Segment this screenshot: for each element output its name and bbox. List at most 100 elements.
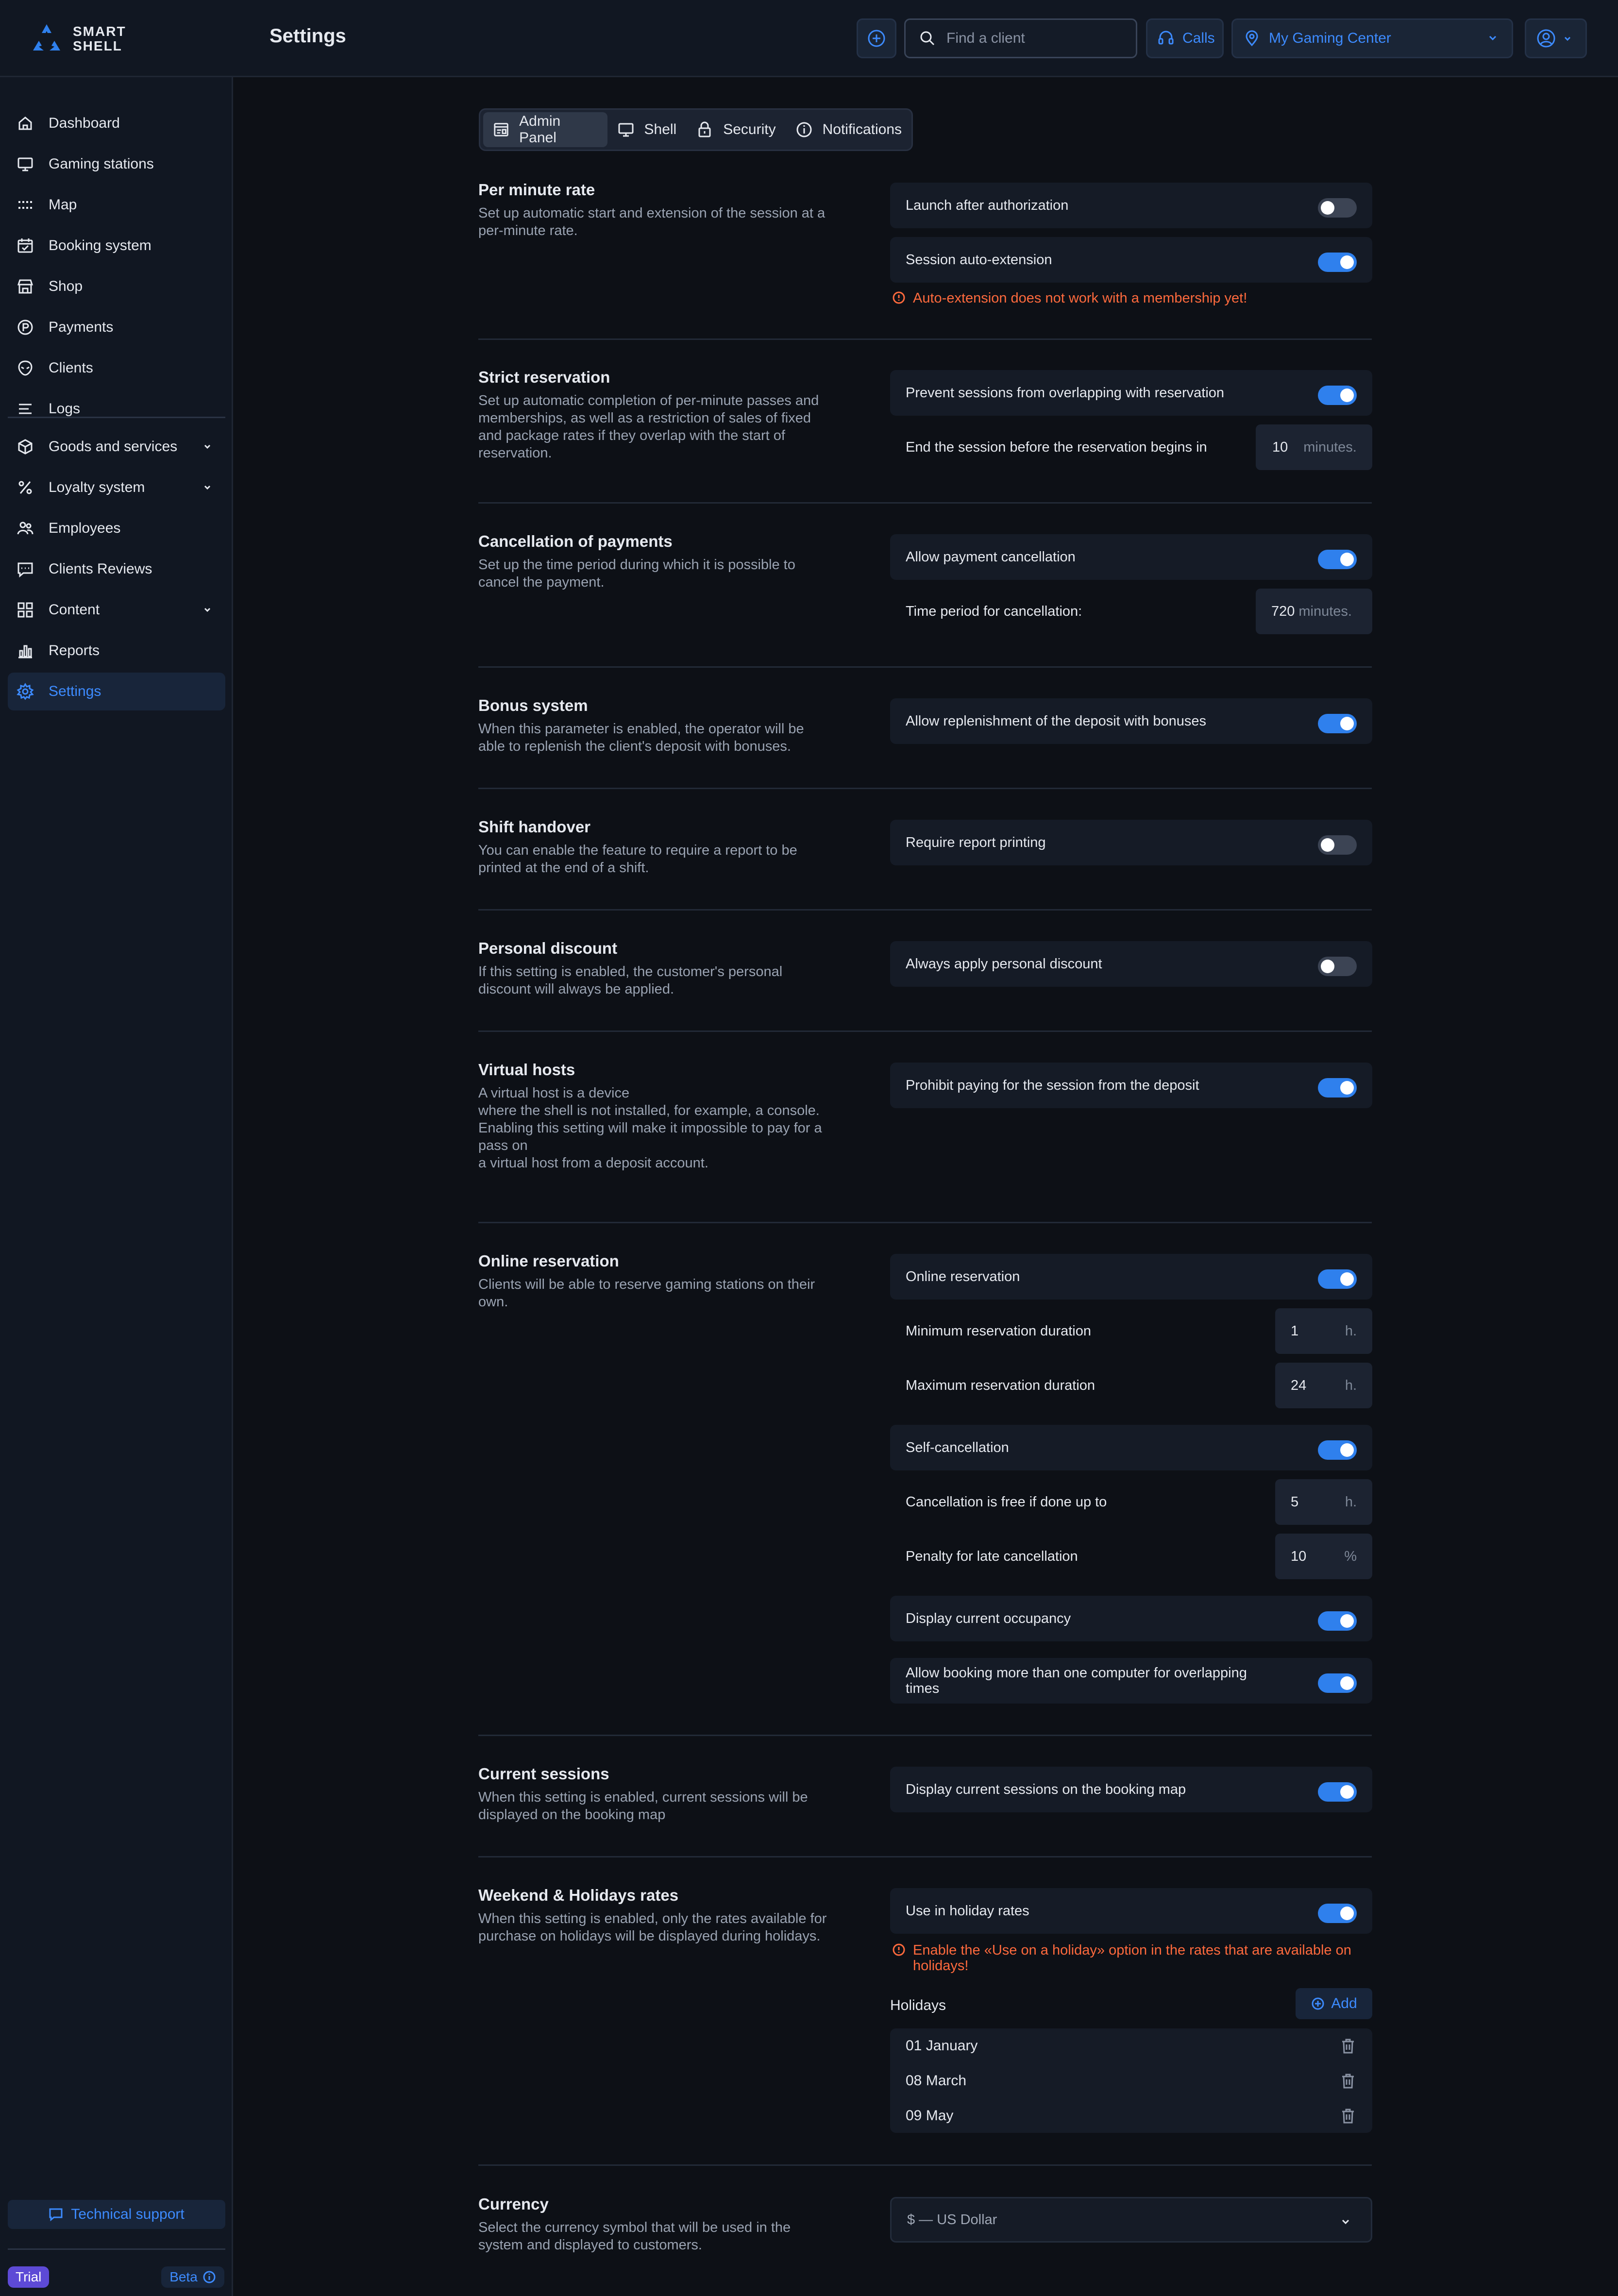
box-icon (18, 439, 33, 455)
section-separator (478, 2164, 1372, 2166)
sidebar-item-logs[interactable]: Logs (8, 390, 225, 428)
section-separator (478, 502, 1372, 504)
toggle-launch-after-authorization[interactable] (1318, 198, 1357, 218)
sidebar-item-payments[interactable]: Payments (8, 308, 225, 346)
section-title-weekend-holidays: Weekend & Holidays rates (478, 1886, 679, 1904)
toggle-prevent-overlap[interactable] (1318, 386, 1357, 405)
trial-badge: Trial (8, 2266, 50, 2288)
setting-max-reservation-duration: Maximum reservation duration 24 h. (890, 1363, 1372, 1408)
toggle-allow-multi-booking[interactable] (1318, 1673, 1357, 1693)
tab-security[interactable]: Security (686, 112, 785, 147)
holidays-title: Holidays (890, 1997, 946, 2013)
monitor-icon (618, 123, 633, 137)
blocks-icon (17, 602, 33, 618)
toggle-allow-payment-cancellation[interactable] (1318, 550, 1357, 569)
section-title-shift-handover: Shift handover (478, 818, 591, 836)
gaming-center-select[interactable]: My Gaming Center (1231, 18, 1513, 58)
technical-support-button[interactable]: Technical support (8, 2200, 225, 2229)
sidebar-item-shop[interactable]: Shop (8, 268, 225, 305)
logo[interactable]: SMART SHELL (29, 19, 146, 58)
tab-notifications[interactable]: Notifications (786, 112, 911, 147)
smart-shell-logo-icon (33, 24, 60, 51)
warning-circle-icon (893, 1943, 905, 1956)
trash-icon[interactable] (1339, 2037, 1357, 2055)
toggle-use-holiday-rates[interactable] (1318, 1904, 1357, 1923)
setting-require-report-printing: Require report printing (890, 820, 1372, 865)
comment-icon (17, 562, 33, 578)
sidebar-item-clients-reviews[interactable]: Clients Reviews (8, 550, 225, 588)
section-separator (478, 788, 1372, 789)
user-circle-icon (1537, 29, 1555, 48)
setting-min-reservation-duration: Minimum reservation duration 1 h. (890, 1308, 1372, 1354)
section-desc-currency: Select the currency symbol that will be … (478, 2220, 791, 2253)
profile-menu[interactable] (1525, 18, 1587, 58)
section-title-personal-discount: Personal discount (478, 939, 618, 957)
sidebar-item-gaming-stations[interactable]: Gaming stations (8, 145, 225, 183)
chevron-down-icon (204, 444, 211, 449)
cancellation-period-input[interactable]: 720 minutes. (1256, 589, 1372, 634)
sidebar-item-goods-and-services[interactable]: Goods and services (8, 428, 225, 466)
client-search-input[interactable] (946, 30, 1131, 47)
sidebar-item-employees[interactable]: Employees (8, 509, 225, 547)
penalty-input[interactable]: 10 % (1275, 1534, 1372, 1579)
toggle-online-reservation[interactable] (1318, 1269, 1357, 1289)
section-title-virtual-hosts: Virtual hosts (478, 1061, 575, 1079)
toggle-session-auto-extension[interactable] (1318, 253, 1357, 272)
toggle-bonus-replenishment[interactable] (1318, 714, 1357, 733)
trash-icon[interactable] (1339, 2072, 1357, 2090)
sidebar-item-clients[interactable]: Clients (8, 349, 225, 387)
beta-badge[interactable]: Beta (161, 2266, 224, 2288)
list-icon (19, 404, 32, 414)
sidebar-item-map[interactable]: Map (8, 186, 225, 224)
end-session-minutes-input[interactable]: 10 minutes. (1256, 424, 1372, 470)
sidebar-item-booking-system[interactable]: Booking system (8, 227, 225, 265)
holidays-list: 01 January 08 March 09 May (890, 2028, 1372, 2133)
toggle-display-occupancy[interactable] (1318, 1611, 1357, 1631)
toggle-display-current-sessions[interactable] (1318, 1782, 1357, 1802)
sidebar: Dashboard Gaming stations Map Booking sy… (0, 77, 233, 2296)
calls-button[interactable]: Calls (1146, 18, 1224, 58)
section-desc-weekend-holidays: When this setting is enabled, only the r… (478, 1911, 827, 1944)
setting-bonus-replenishment: Allow replenishment of the deposit with … (890, 698, 1372, 744)
currency-select[interactable]: $ — US Dollar (890, 2197, 1372, 2243)
toggle-self-cancellation[interactable] (1318, 1440, 1357, 1460)
sidebar-bottom-divider (8, 2248, 225, 2250)
add-button[interactable] (857, 18, 896, 58)
section-separator (478, 1030, 1372, 1032)
max-duration-input[interactable]: 24 h. (1275, 1363, 1372, 1408)
calendar-icon (17, 238, 33, 253)
toggle-require-report-printing[interactable] (1318, 835, 1357, 855)
sidebar-item-settings[interactable]: Settings (8, 673, 225, 710)
toggle-prohibit-deposit-payment[interactable] (1318, 1078, 1357, 1097)
setting-always-apply-discount: Always apply personal discount (890, 941, 1372, 987)
alien-icon (18, 360, 33, 376)
section-separator (478, 338, 1372, 340)
setting-display-current-sessions: Display current sessions on the booking … (890, 1767, 1372, 1812)
chevron-down-icon (204, 608, 211, 612)
trash-icon[interactable] (1339, 2107, 1357, 2125)
sidebar-item-dashboard[interactable]: Dashboard (8, 104, 225, 142)
client-search[interactable] (904, 18, 1137, 58)
setting-free-cancellation: Cancellation is free if done up to 5 h. (890, 1479, 1372, 1525)
holiday-rates-warning: Enable the «Use on a holiday» option in … (892, 1942, 1379, 1974)
sidebar-item-reports[interactable]: Reports (8, 632, 225, 670)
search-icon (920, 31, 935, 46)
setting-prevent-overlap: Prevent sessions from overlapping with r… (890, 370, 1372, 416)
setting-prohibit-deposit-payment: Prohibit paying for the session from the… (890, 1063, 1372, 1108)
currency-selected-value: $ — US Dollar (907, 2212, 997, 2228)
list-item: 01 January (906, 2028, 1357, 2063)
min-duration-input[interactable]: 1 h. (1275, 1308, 1372, 1354)
add-holiday-button[interactable]: Add (1296, 1988, 1372, 2019)
section-title-per-minute: Per minute rate (478, 181, 595, 199)
sidebar-item-loyalty-system[interactable]: Loyalty system (8, 469, 225, 506)
tab-admin-panel[interactable]: Admin Panel (483, 112, 607, 147)
free-cancellation-input[interactable]: 5 h. (1275, 1479, 1372, 1525)
gaming-center-name: My Gaming Center (1269, 30, 1391, 46)
sidebar-item-content[interactable]: Content (8, 591, 225, 629)
toggle-always-apply-discount[interactable] (1318, 957, 1357, 976)
setting-cancellation-period: Time period for cancellation: 720 minute… (890, 589, 1372, 634)
section-title-bonus-system: Bonus system (478, 696, 588, 714)
setting-late-cancellation-penalty: Penalty for late cancellation 10 % (890, 1534, 1372, 1579)
setting-end-session-before: End the session before the reservation b… (890, 424, 1372, 470)
tab-shell[interactable]: Shell (607, 112, 687, 147)
